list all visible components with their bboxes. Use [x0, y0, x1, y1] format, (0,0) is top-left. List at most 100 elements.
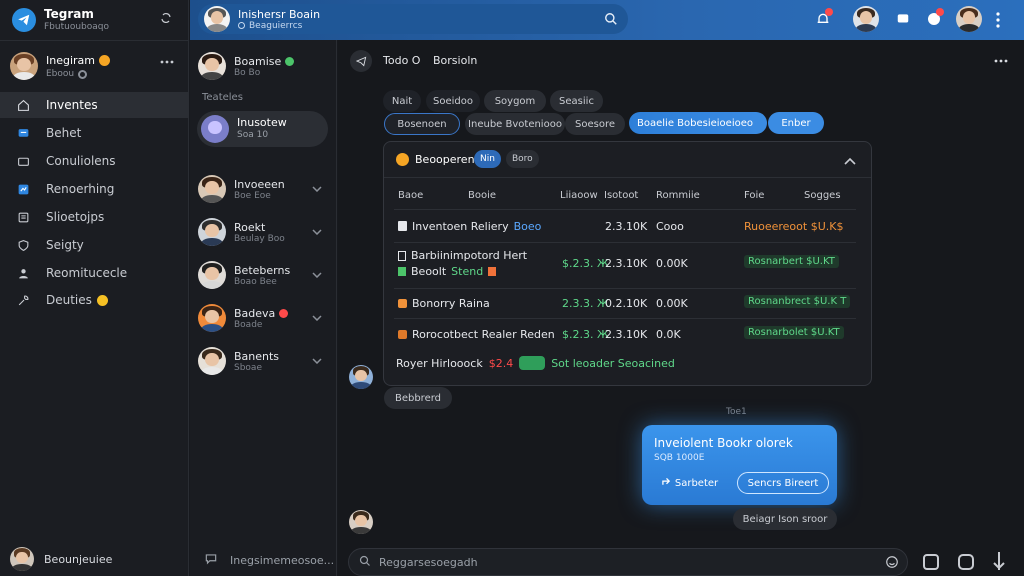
notification-badge	[825, 8, 833, 16]
chevron-down-icon[interactable]	[312, 267, 322, 281]
small-clock-icon	[238, 22, 245, 29]
alert-badge	[936, 8, 944, 16]
chat-avatar	[198, 52, 226, 80]
reply-chip[interactable]: Beiagr Ison sroor	[733, 508, 837, 530]
table-header: Baoe Booie Liiaoow Isotoot Rommiie Foie …	[398, 189, 841, 201]
table-row[interactable]: Barbiinimpotord Hert Beoolt Stend $.2.3.…	[394, 249, 854, 279]
folder-icon	[16, 154, 30, 168]
green-square-icon	[398, 267, 406, 276]
filter-chip[interactable]: Nait	[383, 90, 421, 112]
app-title: Tegram	[44, 7, 94, 21]
emoji-picker-icon[interactable]	[885, 555, 899, 572]
compose-icon	[204, 552, 218, 569]
nav-item-deuties[interactable]: Deuties	[0, 287, 189, 313]
nav-item-renoerhing[interactable]: Renoerhing	[0, 176, 189, 202]
sync-icon[interactable]	[160, 12, 172, 24]
header-contact-avatar-1[interactable]	[853, 6, 879, 32]
list-item[interactable]: Invoeeen Boe Eoe	[198, 171, 328, 207]
outgoing-message-bubble[interactable]: Inveiolent Bookr olorek SQB 1000E Sarbet…	[642, 425, 837, 505]
attach-icon[interactable]	[958, 554, 974, 570]
filter-chip[interactable]: Ineube Bvoteniooo	[465, 113, 565, 135]
filter-chip[interactable]: Soeidoo	[426, 90, 480, 112]
search-icon[interactable]	[604, 12, 618, 26]
chevron-down-icon[interactable]	[312, 224, 322, 238]
filter-chip[interactable]: Seasiic	[550, 90, 603, 112]
list-item[interactable]: Roekt Beulay Boo	[198, 214, 328, 250]
leaf-icon	[285, 56, 295, 66]
chat-list-footer[interactable]: Inegsimemeosoe...	[204, 550, 334, 570]
doc-icon	[398, 250, 406, 261]
card-divider	[384, 177, 871, 178]
left-sidebar: Tegram Fbutuouboaqo Inegiram Eboou Inven…	[0, 0, 189, 576]
more-icon[interactable]	[160, 60, 174, 64]
card-tag[interactable]: Nin	[474, 150, 501, 168]
chevron-down-icon[interactable]	[312, 310, 322, 324]
table-row[interactable]: Bonorry Raina 2.3.3. Ж 0.2.10K 0.00K Ros…	[394, 295, 854, 310]
list-item[interactable]: Beteberns Boao Bee	[198, 257, 328, 293]
card-title: Beooperen	[415, 153, 475, 166]
chat-bubble-icon[interactable]	[896, 12, 910, 26]
chevron-down-icon[interactable]	[312, 353, 322, 367]
message-time: Toe1	[726, 407, 747, 417]
app-brand[interactable]: Tegram Fbutuouboaqo	[10, 6, 180, 36]
table-row[interactable]: Rorocotbect Realer Reden $.2.3. Ж 2.3.10…	[394, 326, 854, 341]
chat-avatar	[198, 304, 226, 332]
home-icon	[16, 98, 30, 112]
orange-box-icon	[398, 298, 407, 308]
section-label: Teateles	[202, 92, 243, 103]
alert-icon[interactable]	[926, 8, 944, 27]
bubble-left-button[interactable]: Sarbeter	[650, 472, 730, 494]
chat-item-top[interactable]: Boamise Bo Bo	[198, 48, 328, 84]
green-button-icon[interactable]	[519, 356, 546, 370]
conversation-pane: Todo O Borsioln Nait Soeidoo Soygom Seas…	[338, 40, 1024, 576]
filter-chip-highlight[interactable]: Boaelie Bobesieioeioeo	[629, 112, 767, 134]
collapse-icon[interactable]	[844, 154, 856, 168]
emoji-badge-icon	[99, 55, 111, 66]
nav-item-inventes[interactable]: Inventes	[0, 92, 189, 118]
card-footer: Royer Hirlooock $2.4 Sot leoader Seoacin…	[396, 356, 675, 370]
footer-avatar	[10, 547, 34, 571]
sender-chip[interactable]: Bebbrerd	[384, 387, 452, 409]
conversation-title: Todo O	[383, 54, 421, 67]
conversation-more-icon[interactable]	[994, 59, 1008, 63]
telegram-logo-icon	[12, 8, 36, 32]
chevron-down-icon[interactable]	[312, 181, 322, 195]
nav-item-slioetojps[interactable]: Slioetojps	[0, 204, 189, 230]
red-badge-icon	[279, 308, 289, 318]
app-subtitle: Fbutuouboaqo	[44, 22, 109, 32]
bottom-avatar[interactable]	[349, 510, 373, 534]
chat-item-selected[interactable]: Inusotew Soa 10	[197, 111, 328, 147]
notification-bell-icon[interactable]	[815, 8, 833, 27]
message-input-bar[interactable]: Reggarsesoegadh	[348, 548, 908, 576]
table-row[interactable]: Inventoen Reliery Boeo 2.3.10K Cooo Ruoe…	[394, 219, 854, 233]
filter-chip-end[interactable]: Enber	[768, 112, 824, 134]
bubble-title: Inveiolent Bookr olorek	[654, 436, 793, 450]
profile-row[interactable]: Inegiram Eboou	[10, 52, 180, 84]
header-contact-avatar-2[interactable]	[956, 6, 982, 32]
emoji-icon	[96, 294, 108, 306]
header-search[interactable]: Inishersr Boain Beaguierrcs	[198, 4, 628, 34]
message-input[interactable]: Reggarsesoegadh	[379, 556, 478, 569]
list-item[interactable]: Banents Sboae	[198, 343, 328, 379]
card-emoji-icon	[396, 153, 409, 166]
list-item[interactable]: Badeva Boade	[198, 300, 328, 336]
sticker-icon[interactable]	[923, 554, 939, 570]
filter-chip[interactable]: Soygom	[484, 90, 546, 112]
filter-chip[interactable]: Soesore	[565, 113, 625, 135]
mic-icon[interactable]	[992, 551, 1006, 574]
nav-item-behet[interactable]: Behet	[0, 120, 189, 146]
nav-item-conuliolens[interactable]: Conuliolens	[0, 148, 189, 174]
list-icon	[16, 210, 30, 224]
user-icon	[16, 266, 30, 280]
sender-avatar[interactable]	[349, 365, 373, 389]
card-tag-2[interactable]: Boro	[506, 150, 539, 168]
chat-avatar	[198, 261, 226, 289]
filter-chip-active[interactable]: Bosenoen	[384, 113, 460, 135]
header-more-icon[interactable]	[996, 12, 1000, 28]
nav-item-seigty[interactable]: Seigty	[0, 232, 189, 258]
nav-item-reomitucecle[interactable]: Reomitucecle	[0, 260, 189, 286]
bubble-right-button[interactable]: Sencrs Bireert	[737, 472, 829, 494]
header-avatar	[204, 6, 230, 32]
send-plane-icon[interactable]	[350, 50, 372, 72]
account-footer[interactable]: Beounjeuiee	[10, 546, 180, 572]
